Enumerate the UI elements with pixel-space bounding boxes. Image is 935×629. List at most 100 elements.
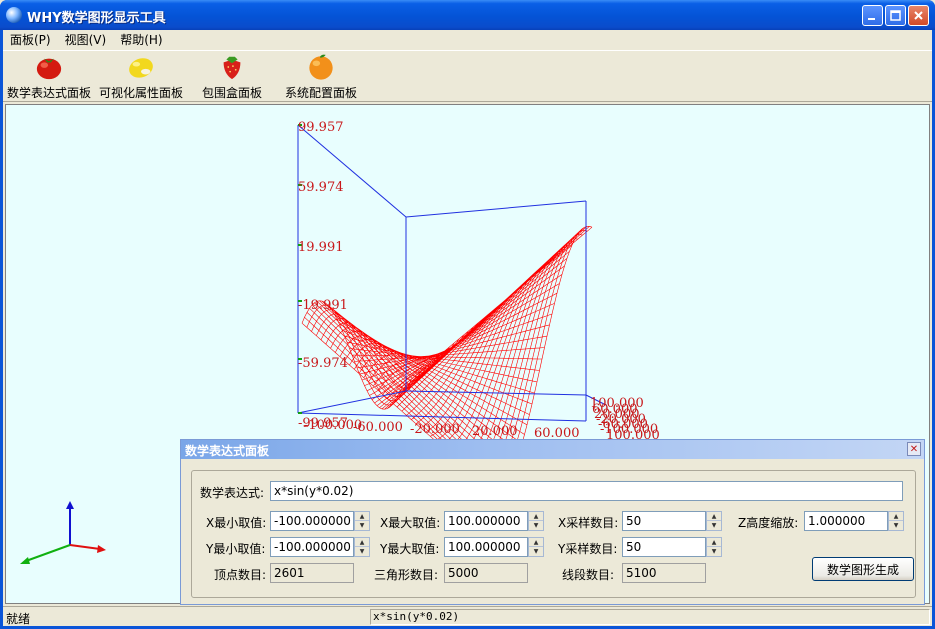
triangle-count-label: 三角形数目:	[374, 568, 439, 582]
y-samples-input[interactable]: 50	[622, 537, 706, 557]
x-min-label: X最小取值:	[206, 516, 267, 530]
y-tick-label: -100.000	[600, 422, 658, 437]
toolbar-system-config-button[interactable]: 系统配置面板	[283, 53, 359, 101]
title-bar[interactable]: WHY数学图形显示工具	[0, 0, 935, 30]
panel-title: 数学表达式面板	[185, 444, 270, 458]
gizmo-y-axis	[25, 544, 71, 562]
z-tick-label: 19.991	[298, 240, 344, 255]
toolbar-visual-properties-button[interactable]: 可视化属性面板	[97, 53, 185, 101]
toolbar-label: 包围盒面板	[201, 86, 262, 100]
gizmo-arrow	[66, 501, 74, 509]
vertex-count-field: 2601	[270, 563, 354, 583]
spin-down-icon[interactable]: ▼	[355, 547, 369, 556]
expression-label: 数学表达式:	[200, 486, 265, 500]
toolbar-label: 系统配置面板	[284, 86, 357, 100]
z-scale-label: Z高度缩放:	[738, 516, 799, 530]
z-tick-label: -19.991	[298, 298, 348, 313]
y-samples-stepper[interactable]: ▲ ▼	[706, 537, 722, 557]
menu-bar: 面板(P) 视图(V) 帮助(H)	[3, 30, 932, 50]
bounding-box	[297, 124, 607, 422]
spin-down-icon[interactable]: ▼	[707, 521, 721, 530]
maximize-button[interactable]	[885, 5, 906, 26]
expression-panel: 数学表达式面板 ✕ 数学表达式: x*sin(y*0.02) X最小取值: -1…	[180, 439, 925, 605]
spin-up-icon[interactable]: ▲	[355, 512, 369, 521]
x-min-input[interactable]: -100.000000	[270, 511, 354, 531]
close-button[interactable]	[908, 5, 929, 26]
box-edge	[297, 124, 407, 218]
window-title: WHY数学图形显示工具	[27, 11, 166, 26]
panel-title-bar[interactable]: 数学表达式面板 ✕	[181, 440, 924, 459]
spin-up-icon[interactable]: ▲	[889, 512, 903, 521]
x-samples-stepper[interactable]: ▲ ▼	[706, 511, 722, 531]
gizmo-arrow	[97, 545, 106, 553]
menu-panel[interactable]: 面板(P)	[3, 30, 58, 50]
z-scale-stepper[interactable]: ▲ ▼	[888, 511, 904, 531]
globe-icon	[6, 7, 22, 23]
segment-count-label: 线段数目:	[562, 568, 615, 582]
tomato-icon	[36, 58, 62, 80]
strawberry-icon	[223, 56, 241, 80]
toolbar-label: 数学表达式面板	[6, 86, 91, 100]
gizmo-x-axis	[69, 544, 101, 550]
close-icon	[914, 11, 923, 20]
gizmo-arrow	[20, 557, 30, 564]
vertex-count-label: 顶点数目:	[214, 568, 267, 582]
status-bar: 就绪 x*sin(y*0.02)	[3, 606, 932, 626]
box-edge	[405, 390, 587, 396]
orange-icon	[309, 54, 333, 80]
maximize-icon	[890, 10, 901, 21]
z-tick-label: -59.974	[298, 356, 348, 371]
y-min-stepper[interactable]: ▲ ▼	[354, 537, 370, 557]
app-window: WHY数学图形显示工具 面板(P) 视图(V) 帮助(H) 数学表达式面板 可视…	[0, 0, 935, 629]
spin-up-icon[interactable]: ▲	[707, 538, 721, 547]
lemon-icon	[129, 58, 153, 78]
x-samples-label: X采样数目:	[558, 516, 619, 530]
segment-count-field: 5100	[622, 563, 706, 583]
y-max-label: Y最大取值:	[380, 542, 440, 556]
x-tick-label: -60.000	[353, 420, 403, 435]
minimize-icon	[868, 18, 875, 20]
axis-gizmo	[20, 501, 106, 564]
toolbar: 数学表达式面板 可视化属性面板 包围盒面板 系统配置面板	[3, 50, 932, 102]
spin-down-icon[interactable]: ▼	[889, 521, 903, 530]
z-tick-label: 99.957	[298, 120, 344, 135]
toolbar-label: 可视化属性面板	[98, 86, 183, 100]
x-max-input[interactable]: 100.000000	[444, 511, 528, 531]
spin-up-icon[interactable]: ▲	[707, 512, 721, 521]
y-max-input[interactable]: 100.000000	[444, 537, 528, 557]
status-text: 就绪	[6, 612, 31, 626]
minimize-button[interactable]	[862, 5, 883, 26]
panel-group-box: 数学表达式: x*sin(y*0.02) X最小取值: -100.000000 …	[191, 470, 916, 598]
x-tick-label: 20.000	[472, 424, 518, 439]
z-tick-label: 59.974	[298, 180, 344, 195]
panel-close-button[interactable]: ✕	[907, 442, 921, 456]
y-samples-label: Y采样数目:	[558, 542, 618, 556]
menu-help[interactable]: 帮助(H)	[113, 30, 169, 50]
x-samples-input[interactable]: 50	[622, 511, 706, 531]
z-scale-input[interactable]: 1.000000	[804, 511, 888, 531]
spin-up-icon[interactable]: ▲	[355, 538, 369, 547]
y-max-stepper[interactable]: ▲ ▼	[528, 537, 544, 557]
y-min-input[interactable]: -100.000000	[270, 537, 354, 557]
status-expression: x*sin(y*0.02)	[370, 609, 930, 625]
expression-input[interactable]: x*sin(y*0.02)	[270, 481, 903, 501]
x-max-label: X最大取值:	[380, 516, 441, 530]
spin-up-icon[interactable]: ▲	[529, 538, 543, 547]
client-area: 面板(P) 视图(V) 帮助(H) 数学表达式面板 可视化属性面板 包围盒面板 …	[3, 30, 932, 626]
x-min-stepper[interactable]: ▲ ▼	[354, 511, 370, 531]
spin-down-icon[interactable]: ▼	[707, 547, 721, 556]
spin-down-icon[interactable]: ▼	[355, 521, 369, 530]
generate-graph-button[interactable]: 数学图形生成	[812, 557, 914, 581]
toolbar-expression-panel-button[interactable]: 数学表达式面板	[5, 53, 93, 101]
triangle-count-field: 5000	[444, 563, 528, 583]
x-tick-label: -20.000	[410, 422, 460, 437]
spin-down-icon[interactable]: ▼	[529, 547, 543, 556]
box-edge	[405, 200, 587, 218]
spin-up-icon[interactable]: ▲	[529, 512, 543, 521]
y-min-label: Y最小取值:	[206, 542, 266, 556]
spin-down-icon[interactable]: ▼	[529, 521, 543, 530]
menu-view[interactable]: 视图(V)	[58, 30, 114, 50]
close-icon: ✕	[909, 443, 919, 455]
toolbar-bounding-box-button[interactable]: 包围盒面板	[199, 53, 265, 101]
x-max-stepper[interactable]: ▲ ▼	[528, 511, 544, 531]
